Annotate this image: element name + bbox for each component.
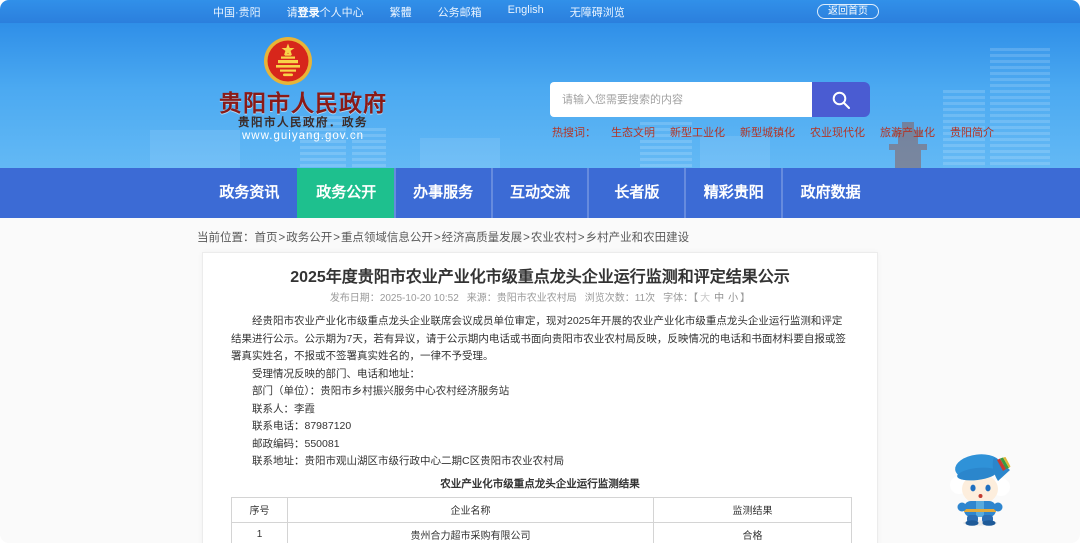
breadcrumb-path: 首页>政务公开>重点领域信息公开>经济高质量发展>农业农村>乡村产业和农田建设	[255, 232, 690, 244]
breadcrumb-separator: >	[333, 232, 340, 244]
meta-part-label: 发布日期：	[329, 293, 380, 304]
hot-word-link[interactable]: 贵阳简介	[950, 124, 994, 140]
search-bar	[550, 82, 870, 117]
font-size-options: 大中小	[698, 293, 740, 304]
back-home-button[interactable]: 返回首页	[817, 4, 879, 19]
meta-part: 发布日期：2025-10-20 10:52	[330, 293, 459, 304]
hot-word-link[interactable]: 生态文明	[611, 124, 655, 140]
article-meta: 发布日期：2025-10-20 10:52 来源：贵阳市农业农村局 浏览次数：11次…	[231, 292, 849, 306]
breadcrumb-separator: >	[433, 232, 441, 244]
topbar-login-link[interactable]: 请登录个人中心	[287, 4, 364, 20]
hot-search-words: 热搜词： 生态文明 新型工业化 新型城镇化 农业现代化 旅游产业化 贵阳简介	[552, 124, 994, 140]
skyline-building	[700, 136, 770, 168]
hot-word-link[interactable]: 新型城镇化	[740, 124, 795, 140]
mascot-character[interactable]	[946, 450, 1014, 526]
font-size-widget: 字体：【大中小】	[663, 293, 750, 304]
main-navigation: 政务资讯 政务公开 办事服务 互动交流 长者版 精彩贵阳 政府数据	[0, 168, 1080, 218]
nav-tabs: 政务资讯 政务公开 办事服务 互动交流 长者版 精彩贵阳 政府数据	[202, 168, 878, 218]
hot-words-label: 热搜词：	[552, 127, 596, 139]
nav-tab-办事服务[interactable]: 办事服务	[393, 168, 491, 218]
meta-part: 来源：贵阳市农业农村局	[467, 293, 577, 304]
login-prefix: 请	[286, 6, 298, 19]
font-size-label: 字体：	[663, 293, 694, 304]
breadcrumb-item[interactable]: 首页	[255, 232, 278, 244]
article-paragraph: 受理情况反映的部门、电话和地址：	[252, 367, 420, 380]
breadcrumb-item[interactable]: 重点领域信息公开	[341, 232, 433, 244]
table-cell: 合格	[653, 521, 852, 543]
table-body: 1贵州合力超市采购有限公司合格2贵州友禾种业有限公司合格3贵州松果鲜农产品有限公…	[231, 521, 852, 543]
table-header-cell: 序号	[231, 496, 288, 523]
article-paragraph: 经贵阳市农业产业化市级重点龙头企业联席会议成员单位审定，现对2025年开展的农业…	[231, 315, 846, 362]
breadcrumb-separator: >	[577, 232, 585, 244]
breadcrumb-label: 当前位置：	[197, 232, 255, 244]
search-icon	[832, 91, 850, 109]
meta-part-value: 贵阳市农业农村局	[496, 293, 577, 304]
meta-part-label: 浏览次数：	[584, 293, 635, 304]
breadcrumb-separator: >	[523, 232, 530, 244]
login-bold[interactable]: 登录	[298, 7, 320, 19]
meta-part-label: 来源：	[466, 293, 497, 304]
national-emblem-logo	[264, 37, 312, 85]
article-paragraph: 联系地址：贵阳市观山湖区市级行政中心二期C区贵阳市农业农村局	[252, 455, 565, 467]
topbar-link[interactable]: 公务邮箱	[438, 4, 482, 20]
nav-tab-政府数据[interactable]: 政府数据	[781, 168, 878, 218]
meta-parts: 发布日期：2025-10-20 10:52 来源：贵阳市农业农村局 浏览次数：11次	[326, 293, 659, 304]
breadcrumb-item[interactable]: 经济高质量发展	[442, 232, 523, 244]
article-paragraph: 联系人：李霞	[252, 402, 315, 415]
hot-word-link[interactable]: 旅游产业化	[880, 124, 935, 140]
site-banner: 贵阳市人民政府 贵阳市人民政府．政务 www.guiyang.gov.cn 热搜…	[0, 23, 1080, 168]
meta-part: 浏览次数：11次	[585, 293, 655, 304]
topbar-link[interactable]: 繁體	[390, 4, 412, 20]
skyline-building	[990, 48, 1050, 168]
table-header-row: 序号 企业名称 监测结果	[231, 496, 852, 523]
article-paragraph: 邮政编码：550081	[252, 437, 340, 450]
nav-tab-互动交流[interactable]: 互动交流	[490, 168, 588, 218]
breadcrumb: 当前位置：首页>政务公开>重点领域信息公开>经济高质量发展>农业农村>乡村产业和…	[197, 229, 689, 245]
table-cell: 贵州合力超市采购有限公司	[287, 521, 654, 543]
table-cell: 1	[231, 521, 288, 543]
monitoring-results-table: 序号企业名称监测结果 1贵州合力超市采购有限公司合格2贵州友禾种业有限公司合格3…	[231, 496, 852, 543]
topbar-link[interactable]: English	[508, 4, 544, 20]
skyline-building	[420, 138, 500, 168]
table-row: 1 贵州合力超市采购有限公司 合格	[231, 521, 852, 543]
nav-tab-长者版[interactable]: 长者版	[587, 168, 684, 218]
hot-word-link[interactable]: 新型工业化	[670, 124, 725, 140]
breadcrumb-item[interactable]: 政务公开	[286, 232, 332, 244]
search-button[interactable]	[812, 82, 870, 117]
topbar-region-link[interactable]: 中国·贵阳	[213, 4, 261, 20]
topbar-link[interactable]: 无障碍浏览	[570, 4, 625, 20]
site-subtitle: 贵阳市人民政府．政务	[238, 117, 368, 129]
font-size-option[interactable]: 中	[714, 293, 724, 304]
nav-tab-精彩贵阳[interactable]: 精彩贵阳	[684, 168, 781, 218]
article-paragraph: 联系电话：87987120	[252, 420, 352, 432]
article-card: 2025年度贵阳市农业产业化市级重点龙头企业运行监测和评定结果公示 发布日期：2…	[202, 252, 878, 543]
font-size-close: 】	[740, 293, 751, 304]
site-title[interactable]: 贵阳市人民政府	[206, 84, 400, 118]
search-input[interactable]	[550, 82, 812, 117]
table-header-cell: 监测结果	[653, 496, 852, 523]
site-url: www.guiyang.gov.cn	[242, 130, 364, 142]
breadcrumb-item[interactable]: 农业农村	[531, 232, 577, 244]
hot-word-link[interactable]: 农业现代化	[810, 124, 865, 140]
topbar-links: 繁體 公务邮箱 English 无障碍浏览	[390, 4, 625, 20]
table-header-cell: 企业名称	[287, 496, 654, 523]
article-title: 2025年度贵阳市农业产业化市级重点龙头企业运行监测和评定结果公示	[290, 269, 790, 286]
breadcrumb-item[interactable]: 乡村产业和农田建设	[586, 232, 690, 244]
article-paragraph: 部门（单位）：贵阳市乡村振兴服务中心农村经济服务站	[252, 385, 510, 397]
nav-tab-政务公开[interactable]: 政务公开	[296, 168, 394, 218]
meta-part-value: 11次	[634, 293, 656, 304]
font-size-option[interactable]: 大	[700, 293, 710, 304]
font-size-option[interactable]: 小	[728, 293, 738, 304]
top-utility-bar: 中国·贵阳 请登录个人中心 繁體 公务邮箱 English 无障碍浏览 返回首页	[0, 0, 1080, 23]
nav-tab-政务资讯[interactable]: 政务资讯	[202, 168, 297, 218]
page: 中国·贵阳 请登录个人中心 繁體 公务邮箱 English 无障碍浏览 返回首页	[0, 0, 1080, 543]
login-suffix: 个人中心	[319, 6, 364, 19]
article-body: 经贵阳市农业产业化市级重点龙头企业联席会议成员单位审定，现对2025年开展的农业…	[231, 313, 849, 471]
breadcrumb-separator: >	[278, 232, 286, 244]
table-caption: 农业产业化市级重点龙头企业运行监测结果	[440, 477, 640, 490]
meta-part-value: 2025-10-20 10:52	[379, 293, 459, 304]
hot-words-list: 生态文明 新型工业化 新型城镇化 农业现代化 旅游产业化 贵阳简介	[611, 124, 994, 140]
